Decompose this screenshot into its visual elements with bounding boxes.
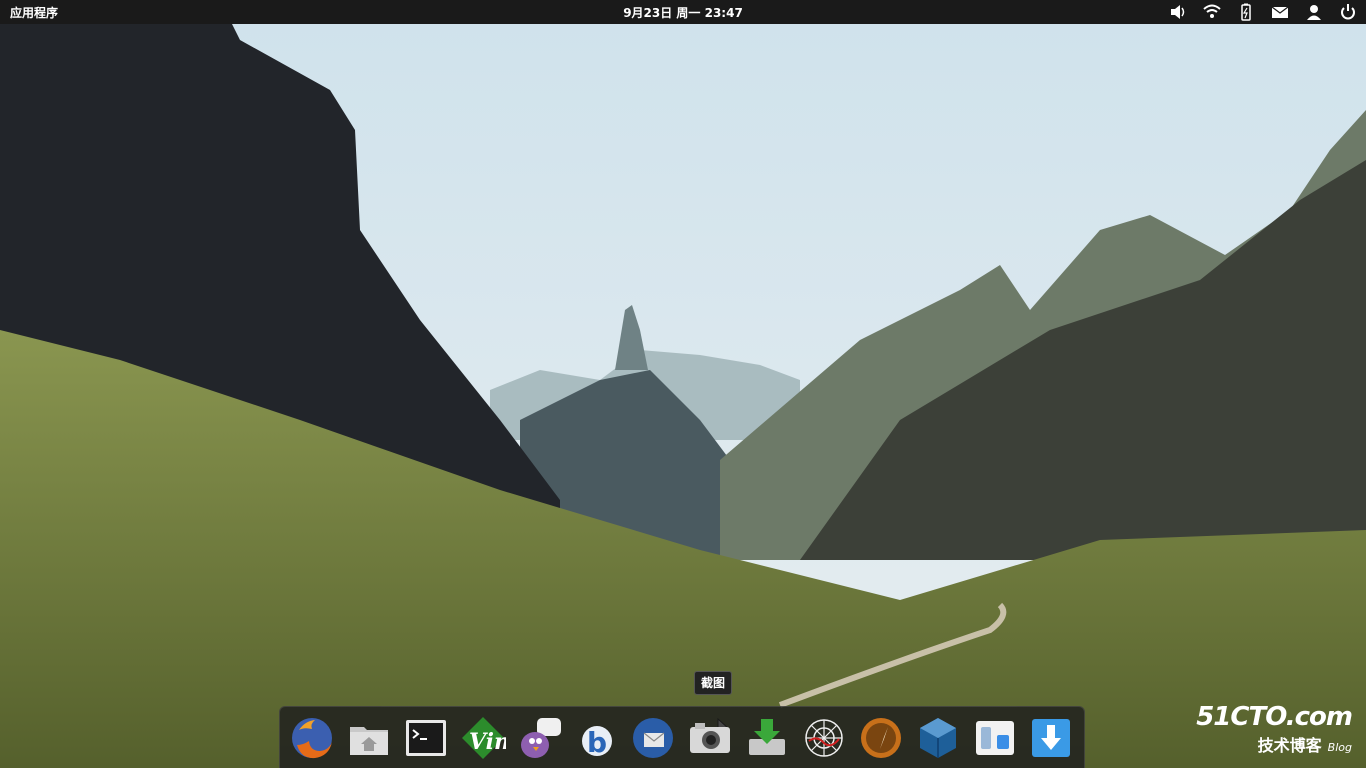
watermark-logo: 51CTO.com 技术博客 Blog <box>1196 702 1353 756</box>
watermark-blog: Blog <box>1327 741 1352 754</box>
bluefish-icon[interactable]: b <box>573 714 621 762</box>
download-icon[interactable] <box>1027 714 1075 762</box>
mail-icon[interactable] <box>1270 3 1290 21</box>
vim-icon[interactable]: Vim <box>459 714 507 762</box>
desktop: 应用程序 9月23日 周一 23:47 截图 Vi b 51CTO.com 技术… <box>0 0 1366 768</box>
volume-icon[interactable] <box>1168 3 1188 21</box>
pidgin-icon[interactable] <box>516 714 564 762</box>
battery-icon[interactable] <box>1236 3 1256 21</box>
dock: Vim b <box>279 706 1085 768</box>
firefox-icon[interactable] <box>288 714 336 762</box>
power-icon[interactable] <box>1338 3 1358 21</box>
home-folder-icon[interactable] <box>345 714 393 762</box>
terminal-icon[interactable] <box>402 714 450 762</box>
svg-text:b: b <box>587 726 607 759</box>
watermark-brand: 51CTO.com <box>1196 702 1353 732</box>
user-icon[interactable] <box>1304 3 1324 21</box>
switchboard-icon[interactable] <box>971 714 1019 762</box>
system-tray <box>1168 3 1358 21</box>
svg-text:Vim: Vim <box>469 729 506 755</box>
network-spider-icon[interactable] <box>800 714 848 762</box>
top-panel: 应用程序 9月23日 周一 23:47 <box>0 0 1366 24</box>
virtualbox-icon[interactable] <box>914 714 962 762</box>
wifi-icon[interactable] <box>1202 3 1222 21</box>
watermark-subtitle: 技术博客 <box>1257 736 1322 755</box>
installer-icon[interactable] <box>743 714 791 762</box>
thunderbird-icon[interactable] <box>629 714 677 762</box>
screenshot-camera-icon[interactable] <box>686 714 734 762</box>
tooltip: 截图 <box>694 671 733 695</box>
clock[interactable]: 9月23日 周一 23:47 <box>0 4 1366 21</box>
wallpaper <box>0 0 1366 768</box>
compass-icon[interactable] <box>857 714 905 762</box>
